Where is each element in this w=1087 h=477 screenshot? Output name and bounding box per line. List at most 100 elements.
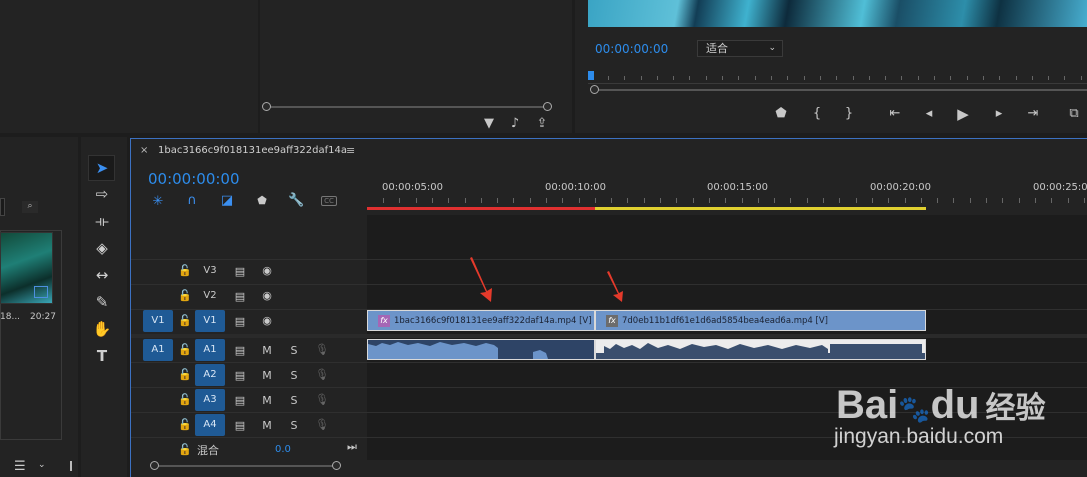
- sync-lock-icon[interactable]: ▤: [233, 419, 247, 432]
- ruler-tick: [839, 198, 840, 203]
- razor-tool-icon[interactable]: ◈: [91, 237, 113, 259]
- mute-button[interactable]: M: [260, 344, 274, 357]
- ruler-tick: [1051, 198, 1052, 203]
- lock-icon[interactable]: 🔓: [178, 314, 192, 327]
- effects-scrollbar[interactable]: [270, 106, 546, 108]
- mix-volume-value[interactable]: 0.0: [275, 444, 291, 455]
- sync-lock-icon[interactable]: ▤: [233, 344, 247, 357]
- sync-lock-icon[interactable]: ▤: [233, 394, 247, 407]
- mic-icon[interactable]: 🎙: [315, 368, 329, 381]
- lock-icon[interactable]: 🔓: [178, 264, 192, 277]
- export-icon[interactable]: ⇪: [533, 116, 551, 131]
- zoom-handle-right[interactable]: [332, 461, 341, 470]
- eye-icon[interactable]: ◉: [260, 264, 274, 277]
- ruler-tick: [383, 198, 384, 203]
- pen-tool-icon[interactable]: ✎: [91, 291, 113, 313]
- list-view-icon[interactable]: ☰: [14, 459, 26, 474]
- video-clip-1[interactable]: fx 1bac3166c9f018131ee9aff322daf14a.mp4 […: [367, 310, 595, 331]
- sync-lock-icon[interactable]: ▤: [233, 315, 247, 328]
- wrench-icon[interactable]: 🔧: [288, 193, 304, 208]
- track-target-v1[interactable]: V1: [195, 310, 225, 332]
- timeline-timecode[interactable]: 00:00:00:00: [148, 170, 240, 188]
- track-name[interactable]: V2: [200, 290, 220, 301]
- close-tab-icon[interactable]: ×: [140, 145, 148, 156]
- video-clip-2[interactable]: fx 7d0eb11b1df61e1d6ad5854bea4ead6a.mp4 […: [595, 310, 926, 331]
- solo-button[interactable]: S: [287, 369, 301, 382]
- track-select-tool-icon[interactable]: ⇨: [91, 183, 113, 205]
- selection-tool-icon[interactable]: ➤: [91, 157, 113, 179]
- ruler-label-15s: 00:00:15:00: [707, 182, 769, 193]
- lock-icon[interactable]: 🔓: [178, 343, 192, 356]
- program-ruler-tick: [1064, 76, 1065, 80]
- project-search-input[interactable]: [0, 198, 5, 216]
- solo-button[interactable]: S: [287, 344, 301, 357]
- step-back-icon[interactable]: ◂: [920, 106, 938, 121]
- track-name[interactable]: V3: [200, 265, 220, 276]
- program-scrollbar[interactable]: [598, 89, 1087, 91]
- step-forward-icon[interactable]: ▸: [990, 106, 1008, 121]
- lock-icon[interactable]: 🔓: [178, 443, 192, 456]
- hand-tool-icon[interactable]: ✋: [91, 318, 113, 340]
- linked-selection-icon[interactable]: ◪: [220, 193, 234, 208]
- play-icon[interactable]: ▶: [954, 105, 972, 123]
- in-point-icon[interactable]: {: [808, 106, 826, 121]
- slip-tool-icon[interactable]: ↔: [91, 264, 113, 286]
- lock-icon[interactable]: 🔓: [178, 368, 192, 381]
- audio-clip-1[interactable]: [367, 339, 595, 360]
- insert-audio-icon[interactable]: ♪: [506, 116, 524, 131]
- source-patch-v1[interactable]: V1: [143, 310, 173, 332]
- mute-button[interactable]: M: [260, 394, 274, 407]
- track-target-a1[interactable]: A1: [195, 339, 225, 361]
- nest-sequence-icon[interactable]: ✳: [151, 194, 165, 209]
- sync-lock-icon[interactable]: ▤: [233, 290, 247, 303]
- track-target-a2[interactable]: A2: [195, 364, 225, 386]
- fit-zoom-select[interactable]: 适合 ⌄: [697, 40, 783, 57]
- track-target-a4[interactable]: A4: [195, 414, 225, 436]
- mute-button[interactable]: M: [260, 419, 274, 432]
- sync-lock-icon[interactable]: ▤: [233, 265, 247, 278]
- ripple-edit-tool-icon[interactable]: ⟛: [91, 210, 113, 232]
- search-icon[interactable]: ⌕: [22, 201, 38, 213]
- eye-icon[interactable]: ◉: [260, 314, 274, 327]
- watermark-brand-text-2: du: [930, 383, 980, 427]
- solo-button[interactable]: S: [287, 394, 301, 407]
- chevron-down-icon[interactable]: ⌄: [38, 460, 46, 470]
- ruler-tick: [693, 198, 694, 203]
- eye-icon[interactable]: ◉: [260, 289, 274, 302]
- program-playhead[interactable]: [588, 71, 594, 80]
- scroll-handle-left[interactable]: [262, 102, 271, 111]
- mic-icon[interactable]: 🎙: [315, 418, 329, 431]
- go-to-in-icon[interactable]: ⇤: [886, 106, 904, 121]
- mute-button[interactable]: M: [260, 369, 274, 382]
- snap-magnet-icon[interactable]: ∩: [185, 193, 199, 208]
- zoom-handle-left[interactable]: [150, 461, 159, 470]
- program-timecode[interactable]: 00:00:00:00: [595, 42, 668, 56]
- timeline-zoom-scrollbar[interactable]: [158, 465, 334, 467]
- captions-icon[interactable]: CC: [321, 196, 337, 206]
- add-marker-icon[interactable]: ⬟: [255, 194, 269, 207]
- lock-icon[interactable]: 🔓: [178, 418, 192, 431]
- program-scroll-handle[interactable]: [590, 85, 599, 94]
- source-patch-a1[interactable]: A1: [143, 339, 173, 361]
- mic-icon[interactable]: 🎙: [315, 393, 329, 406]
- ruler-tick: [399, 198, 400, 203]
- lock-icon[interactable]: 🔓: [178, 289, 192, 302]
- filter-icon[interactable]: ▼: [480, 116, 498, 131]
- type-tool-icon[interactable]: T: [91, 345, 113, 367]
- go-to-end-icon[interactable]: ⏭: [345, 440, 359, 454]
- go-to-out-icon[interactable]: ⇥: [1024, 106, 1042, 121]
- tab-menu-icon[interactable]: ≡: [346, 144, 355, 157]
- solo-button[interactable]: S: [287, 419, 301, 432]
- sequence-tab[interactable]: 1bac3166c9f018131ee9aff322daf14a: [158, 145, 347, 156]
- track-target-a3[interactable]: A3: [195, 389, 225, 411]
- out-point-icon[interactable]: }: [840, 106, 858, 121]
- scroll-handle-right[interactable]: [543, 102, 552, 111]
- program-ruler-tick: [624, 76, 625, 80]
- marker-icon[interactable]: ⬟: [772, 106, 790, 121]
- export-frame-icon[interactable]: ⧉: [1065, 106, 1083, 121]
- ruler-tick: [1002, 198, 1003, 203]
- lock-icon[interactable]: 🔓: [178, 393, 192, 406]
- program-ruler[interactable]: [588, 70, 1087, 84]
- mic-icon[interactable]: 🎙: [315, 343, 329, 356]
- sync-lock-icon[interactable]: ▤: [233, 369, 247, 382]
